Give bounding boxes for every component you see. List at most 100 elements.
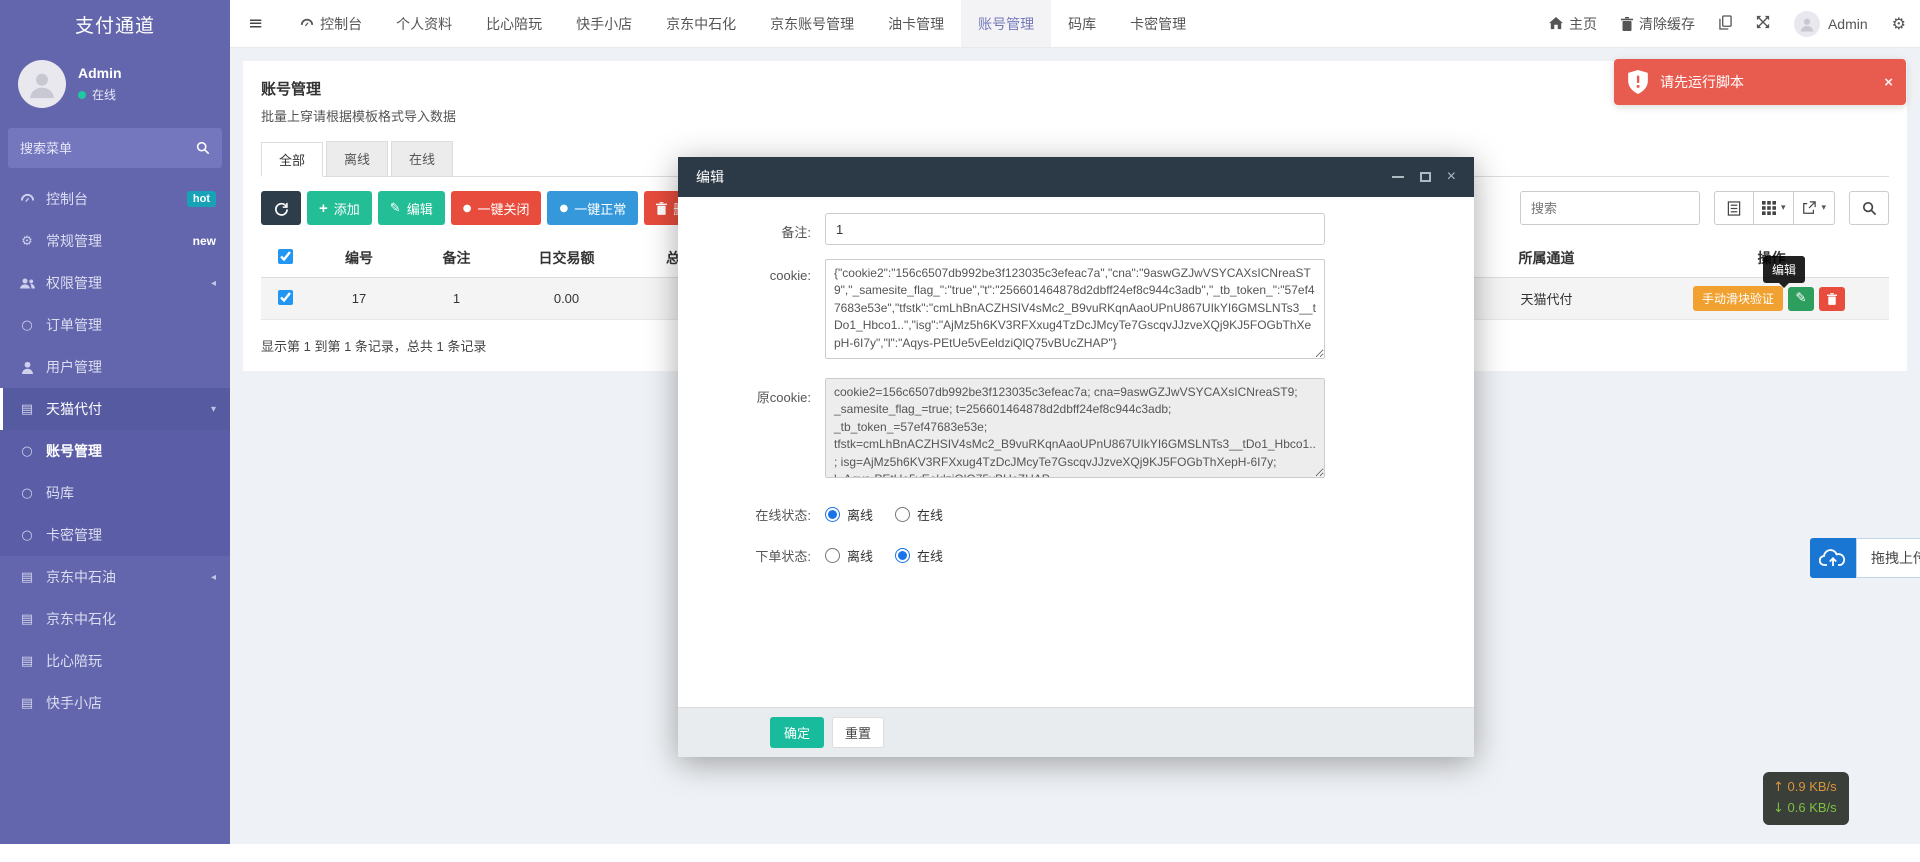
copy-page-button[interactable] (1719, 15, 1732, 33)
edit-modal: 编辑 × 备注: cookie: {"cookie2":"156c6507db9… (678, 157, 1474, 757)
home-button[interactable]: 主页 (1549, 14, 1597, 34)
circle-dot-icon: ● (463, 203, 472, 214)
edit-tooltip: 编辑 (1763, 256, 1805, 283)
clear-cache-button[interactable]: 清除缓存 (1621, 14, 1695, 34)
circle-icon: ○ (18, 528, 36, 543)
one-key-close-button[interactable]: ●一键关闭 (451, 191, 542, 225)
edit-button[interactable]: ✎编辑 (378, 191, 445, 225)
page-footer (0, 844, 1920, 862)
order-status-online-option[interactable]: 在线 (895, 546, 943, 565)
reset-button[interactable]: 重置 (832, 717, 884, 748)
radio-online[interactable] (895, 548, 910, 563)
shield-warning-icon (1627, 70, 1649, 94)
remark-label: 备注: (678, 213, 825, 245)
tab-online[interactable]: 在线 (391, 141, 453, 176)
tab-offline[interactable]: 离线 (326, 141, 388, 176)
radio-offline[interactable] (825, 507, 840, 522)
radio-offline[interactable] (825, 548, 840, 563)
columns-toggle-button[interactable]: ▾ (1754, 191, 1795, 225)
drag-upload-label: 拖拽上传 (1856, 538, 1920, 578)
nav-account-mgmt[interactable]: 账号管理 (961, 0, 1051, 47)
remark-input[interactable] (825, 213, 1325, 245)
hot-badge: hot (187, 191, 216, 207)
row-delete-button[interactable] (1819, 287, 1845, 311)
refresh-icon (274, 201, 289, 216)
sidebar-item-tmall-pay[interactable]: ▤ 天猫代付 ▾ (0, 388, 230, 430)
row-checkbox[interactable] (278, 290, 293, 305)
minimize-icon (1392, 176, 1404, 178)
sidebar-item-orders[interactable]: ○ 订单管理 (0, 304, 230, 346)
circle-dot-icon: ● (559, 203, 568, 214)
sidebar-user-box: Admin 在线 (0, 48, 230, 122)
raw-cookie-textarea[interactable]: cookie2=156c6507db992be3f123035c3efeac7a… (825, 378, 1325, 478)
search-button[interactable] (1849, 191, 1889, 225)
nav-dashboard[interactable]: 控制台 (283, 0, 379, 47)
col-id: 编号 (309, 239, 409, 278)
alert-close-icon[interactable]: × (1884, 74, 1893, 91)
sidebar-item-jd-petrochina[interactable]: ▤ 京东中石油 ◂ (0, 556, 230, 598)
cookie-textarea[interactable]: {"cookie2":"156c6507db992be3f123035c3efe… (825, 259, 1325, 359)
nav-fuel-card[interactable]: 油卡管理 (871, 0, 961, 47)
manual-slider-verify-button[interactable]: 手动滑块验证 (1693, 286, 1783, 311)
order-status-offline-option[interactable]: 离线 (825, 546, 873, 565)
nav-jd-sinopec[interactable]: 京东中石化 (649, 0, 753, 47)
online-status-online-option[interactable]: 在线 (895, 505, 943, 524)
nav-jd-accounts[interactable]: 京东账号管理 (753, 0, 871, 47)
refresh-button[interactable] (261, 191, 301, 225)
cell-daily-amount: 0.00 (504, 278, 629, 320)
sidebar-search-input[interactable] (20, 141, 196, 156)
fullscreen-button[interactable] (1756, 15, 1770, 32)
upload-arrow-icon: ↑ (1773, 780, 1784, 795)
drag-upload-widget[interactable]: 拖拽上传 (1810, 538, 1920, 578)
list-icon: ▤ (18, 696, 36, 711)
modal-titlebar[interactable]: 编辑 × (678, 157, 1474, 197)
sidebar-search (8, 128, 222, 168)
cogs-icon: ⚙ (18, 234, 36, 249)
sidebar-item-permissions[interactable]: 权限管理 ◂ (0, 262, 230, 304)
search-icon[interactable] (196, 141, 210, 155)
nav-profile[interactable]: 个人资料 (379, 0, 469, 47)
circle-icon: ○ (18, 444, 36, 459)
select-all-checkbox[interactable] (278, 249, 293, 264)
table-search-input[interactable] (1520, 191, 1700, 225)
confirm-button[interactable]: 确定 (770, 717, 824, 748)
modal-title: 编辑 (696, 167, 724, 187)
online-status-offline-option[interactable]: 离线 (825, 505, 873, 524)
minimize-button[interactable] (1392, 176, 1404, 178)
sidebar-item-users[interactable]: 用户管理 (0, 346, 230, 388)
sidebar-item-bixin[interactable]: ▤ 比心陪玩 (0, 640, 230, 682)
sidebar-item-jd-sinopec[interactable]: ▤ 京东中石化 (0, 598, 230, 640)
search-icon (1862, 201, 1877, 216)
sidebar-item-general[interactable]: ⚙ 常规管理 new (0, 220, 230, 262)
circle-icon: ○ (18, 486, 36, 501)
radio-online[interactable] (895, 507, 910, 522)
one-key-normal-button[interactable]: ●一键正常 (547, 191, 638, 225)
trash-icon (1621, 17, 1633, 31)
export-icon (1802, 201, 1816, 215)
row-edit-button[interactable]: ✎ (1788, 287, 1814, 311)
col-remark: 备注 (409, 239, 504, 278)
pagination-switch-button[interactable] (1714, 191, 1754, 225)
export-button[interactable]: ▾ (1794, 191, 1835, 225)
sidebar-item-account-mgmt[interactable]: ○ 账号管理 (0, 430, 230, 472)
hamburger-menu-icon[interactable]: ≡ (230, 0, 283, 47)
sidebar-item-kuaishou[interactable]: ▤ 快手小店 (0, 682, 230, 724)
sidebar-item-dashboard[interactable]: 控制台 hot (0, 178, 230, 220)
add-button[interactable]: +添加 (307, 191, 372, 225)
sidebar-item-code-repo[interactable]: ○ 码库 (0, 472, 230, 514)
sidebar-item-card-secret[interactable]: ○ 卡密管理 (0, 514, 230, 556)
maximize-button[interactable] (1420, 172, 1431, 182)
nav-card-secret[interactable]: 卡密管理 (1113, 0, 1203, 47)
tab-all[interactable]: 全部 (261, 142, 323, 177)
avatar (1794, 11, 1820, 37)
nav-code-repo[interactable]: 码库 (1051, 0, 1113, 47)
modal-close-button[interactable]: × (1447, 169, 1456, 185)
online-status-label: 在线状态: (678, 497, 825, 524)
trash-icon (1827, 293, 1837, 305)
modal-footer: 确定 重置 (678, 707, 1474, 757)
nav-kuaishou[interactable]: 快手小店 (559, 0, 649, 47)
user-menu[interactable]: Admin (1794, 11, 1868, 37)
nav-bixin[interactable]: 比心陪玩 (469, 0, 559, 47)
list-icon: ▤ (18, 654, 36, 669)
settings-gears-icon[interactable]: ⚙ (1892, 14, 1906, 33)
